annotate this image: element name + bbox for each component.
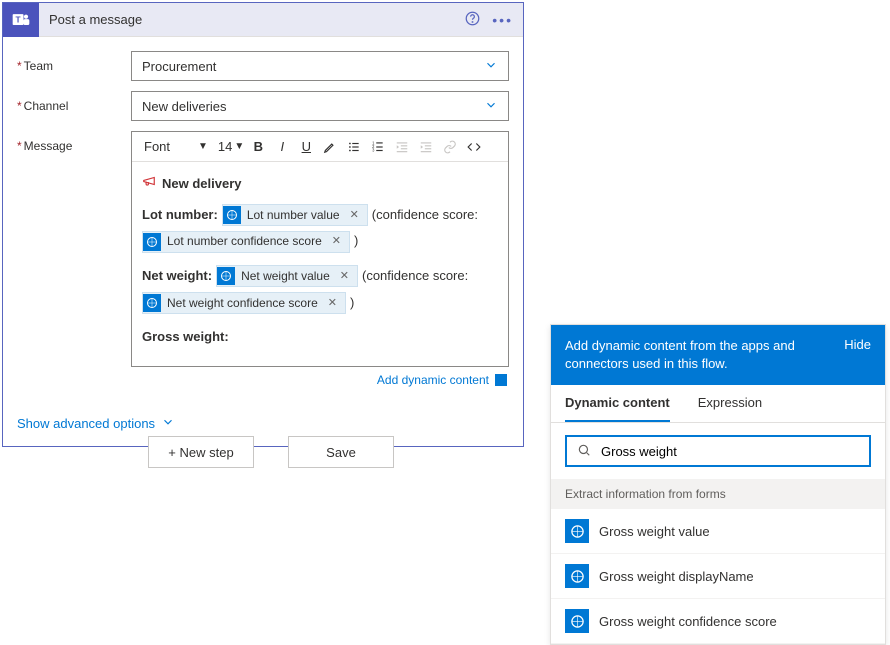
code-view-button[interactable]	[464, 137, 484, 157]
help-icon[interactable]	[465, 11, 480, 29]
form-body: *Team Procurement *Channel New deliverie…	[3, 37, 523, 405]
underline-button[interactable]: U	[296, 137, 316, 157]
result-item[interactable]: Gross weight value	[551, 509, 885, 554]
result-item[interactable]: Gross weight displayName	[551, 554, 885, 599]
chevron-down-icon	[484, 58, 498, 75]
dynamic-content-panel: Add dynamic content from the apps and co…	[550, 324, 886, 645]
confidence-close: )	[350, 291, 354, 316]
font-size-dropdown[interactable]: 14▼	[218, 139, 244, 154]
chevron-down-icon	[484, 98, 498, 115]
channel-select[interactable]: New deliveries	[131, 91, 509, 121]
rich-text-editor: Font▼ 14▼ B I U 123	[131, 131, 509, 367]
net-weight-label: Net weight:	[142, 264, 212, 289]
number-list-button[interactable]: 123	[368, 137, 388, 157]
panel-header-text: Add dynamic content from the apps and co…	[565, 337, 834, 373]
token-delete-icon[interactable]: ✕	[346, 205, 363, 226]
ai-builder-icon	[565, 609, 589, 633]
new-step-button[interactable]: + New step	[148, 436, 254, 468]
confidence-open: (confidence score:	[372, 203, 478, 228]
result-label: Gross weight value	[599, 524, 710, 539]
ai-builder-icon	[143, 233, 161, 251]
team-select[interactable]: Procurement	[131, 51, 509, 81]
editor-toolbar: Font▼ 14▼ B I U 123	[132, 132, 508, 162]
save-button[interactable]: Save	[288, 436, 394, 468]
editor-body[interactable]: New delivery Lot number: Lot number valu…	[132, 162, 508, 366]
channel-value: New deliveries	[142, 99, 227, 114]
chevron-down-icon	[161, 415, 175, 432]
link-button[interactable]	[440, 137, 460, 157]
ai-builder-icon	[217, 267, 235, 285]
svg-text:3: 3	[372, 147, 375, 152]
search-icon	[577, 443, 591, 460]
channel-label: *Channel	[17, 91, 131, 113]
team-value: Procurement	[142, 59, 216, 74]
dynamic-content-icon	[495, 374, 507, 386]
action-card: T Post a message ••• *Team Procurement *	[2, 2, 524, 447]
editor-heading: New delivery	[162, 172, 242, 197]
result-item[interactable]: Gross weight confidence score	[551, 599, 885, 644]
search-input[interactable]	[601, 444, 859, 459]
token-delete-icon[interactable]: ✕	[328, 231, 345, 252]
panel-tabs: Dynamic content Expression	[551, 385, 885, 423]
ai-builder-icon	[223, 206, 241, 224]
more-icon[interactable]: •••	[492, 12, 513, 28]
token-lot-conf[interactable]: Lot number confidence score ✕	[142, 231, 350, 253]
hide-panel-link[interactable]: Hide	[844, 337, 871, 352]
action-buttons: + New step Save	[148, 436, 394, 468]
svg-text:T: T	[16, 14, 21, 24]
tab-dynamic-content[interactable]: Dynamic content	[565, 385, 670, 422]
teams-icon: T	[3, 3, 39, 37]
search-field[interactable]	[565, 435, 871, 467]
results-group-header: Extract information from forms	[551, 479, 885, 509]
token-net-value[interactable]: Net weight value ✕	[216, 265, 358, 287]
tab-expression[interactable]: Expression	[698, 385, 762, 422]
confidence-open: (confidence score:	[362, 264, 468, 289]
ai-builder-icon	[143, 294, 161, 312]
gross-weight-label: Gross weight:	[142, 325, 229, 350]
outdent-button[interactable]	[392, 137, 412, 157]
message-label: *Message	[17, 131, 131, 153]
token-delete-icon[interactable]: ✕	[324, 293, 341, 314]
ai-builder-icon	[565, 519, 589, 543]
card-header: T Post a message •••	[3, 3, 523, 37]
bullet-list-button[interactable]	[344, 137, 364, 157]
ai-builder-icon	[565, 564, 589, 588]
token-delete-icon[interactable]: ✕	[336, 266, 353, 287]
panel-header: Add dynamic content from the apps and co…	[551, 325, 885, 385]
bold-button[interactable]: B	[248, 137, 268, 157]
show-advanced-options-link[interactable]: Show advanced options	[17, 415, 175, 432]
card-title: Post a message	[49, 12, 142, 27]
token-lot-value[interactable]: Lot number value ✕	[222, 204, 368, 226]
team-label: *Team	[17, 51, 131, 73]
italic-button[interactable]: I	[272, 137, 292, 157]
token-net-conf[interactable]: Net weight confidence score ✕	[142, 292, 346, 314]
highlight-button[interactable]	[320, 137, 340, 157]
indent-button[interactable]	[416, 137, 436, 157]
result-label: Gross weight displayName	[599, 569, 754, 584]
confidence-close: )	[354, 229, 358, 254]
font-dropdown[interactable]: Font▼	[138, 136, 214, 158]
lot-number-label: Lot number:	[142, 203, 218, 228]
add-dynamic-content-link[interactable]: Add dynamic content	[377, 373, 507, 387]
megaphone-icon	[142, 172, 156, 197]
